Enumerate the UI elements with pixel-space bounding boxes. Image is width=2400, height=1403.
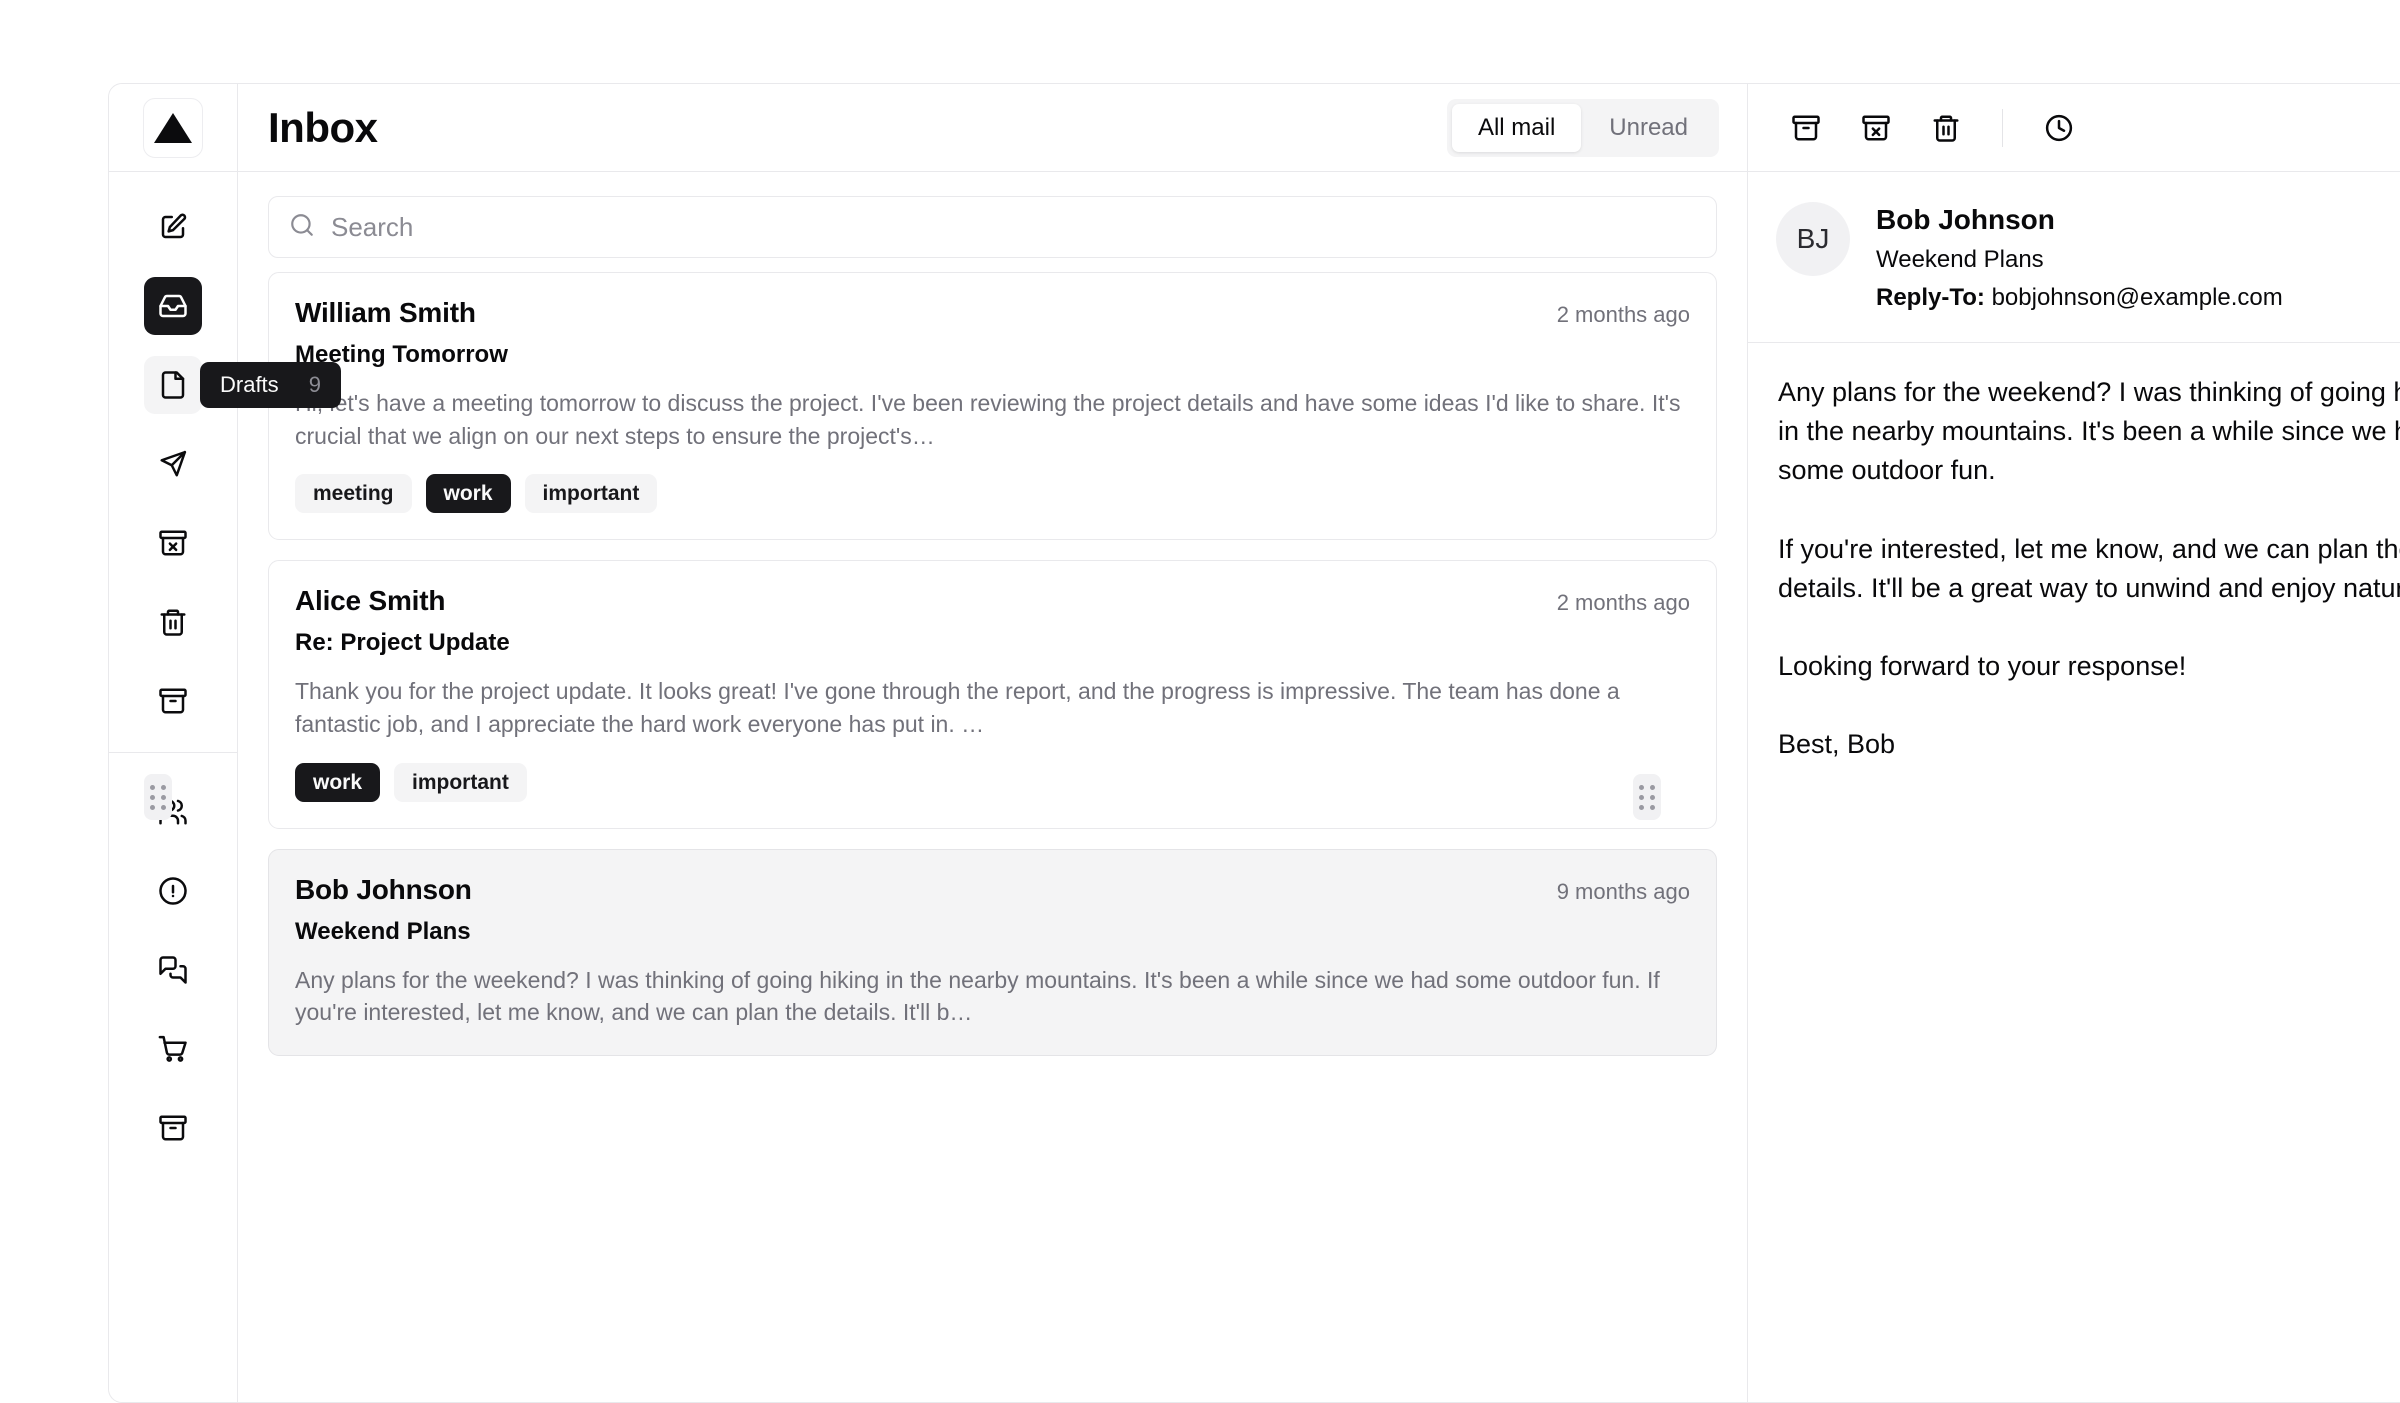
clock-icon: [2044, 113, 2074, 143]
sidebar-item-promotions[interactable]: [144, 1099, 202, 1157]
mail-list-item[interactable]: William Smith 2 months ago Meeting Tomorro…: [268, 272, 1717, 541]
archive-x-icon: [1861, 113, 1891, 143]
app-logo-button[interactable]: [143, 97, 203, 158]
mail-timestamp: 2 months ago: [1556, 590, 1690, 616]
sidebar-item-archive[interactable]: [144, 672, 202, 730]
trash-icon: [158, 607, 188, 637]
archive-button[interactable]: [1776, 98, 1836, 158]
mail-subject: Weekend Plans: [295, 917, 471, 945]
logo-zone: [109, 84, 237, 172]
archive-icon: [158, 686, 188, 716]
sidebar-item-compose[interactable]: [144, 198, 202, 256]
sidebar-primary-group: Drafts 9: [109, 172, 341, 752]
list-resize-handle[interactable]: [144, 774, 172, 820]
shopping-cart-icon: [158, 1034, 188, 1064]
mail-tags: work important: [295, 762, 1690, 802]
mail-list[interactable]: William Smith 2 months ago Meeting Tomorro…: [238, 272, 1747, 1402]
mail-sender-name: Alice Smith: [295, 585, 446, 617]
mail-tag-important[interactable]: important: [394, 762, 527, 802]
mail-sender-name: Bob Johnson: [295, 873, 472, 905]
send-icon: [158, 449, 188, 479]
mail-tag-work[interactable]: work: [295, 762, 381, 802]
sidebar-item-updates[interactable]: [144, 862, 202, 920]
trash-icon: [1931, 113, 1961, 143]
triangle-logo-icon: [154, 112, 192, 143]
archive-x-icon: [158, 528, 188, 558]
mail-sender-name: William Smith: [295, 297, 476, 328]
mail-preview: Thank you for the project update. It loo…: [295, 678, 1620, 737]
mail-list-item[interactable]: Alice Smith 2 months ago Re: Project Updat…: [268, 560, 1717, 829]
mail-timestamp: 2 months ago: [1556, 302, 1690, 327]
mail-subject: Re: Project Update: [295, 629, 510, 657]
mail-preview: Hi, let's have a meeting tomorrow to dis…: [295, 390, 1681, 449]
mail-tags: meeting work important: [295, 474, 1690, 514]
mail-tag-meeting[interactable]: meeting: [295, 474, 412, 514]
search-icon: [289, 212, 315, 243]
sidebar-item-trash[interactable]: [144, 593, 202, 651]
toolbar-divider: [2002, 108, 2003, 147]
sidebar-item-sent[interactable]: [144, 435, 202, 493]
reply-to-line: Reply-To: bobjohnson@example.com: [1876, 284, 2283, 312]
mail-preview: Any plans for the weekend? I was thinkin…: [295, 966, 1660, 1026]
page-title: Inbox: [268, 103, 378, 151]
tooltip-label: Drafts: [220, 372, 279, 397]
avatar: BJ: [1776, 202, 1850, 276]
sidebar-item-drafts[interactable]: Drafts 9: [144, 356, 341, 414]
archive-icon: [1791, 113, 1821, 143]
reply-to-label: Reply-To:: [1876, 284, 1985, 311]
sidebar-item-inbox[interactable]: [144, 277, 202, 335]
mail-item-top-row: William Smith 2 months ago: [295, 297, 1690, 329]
sidebar-item-forums[interactable]: [144, 941, 202, 999]
reader-resize-handle[interactable]: [1633, 774, 1661, 820]
sidebar-secondary-group: [109, 752, 237, 1179]
reader-meta: Bob Johnson Weekend Plans Reply-To: bobj…: [1876, 202, 2283, 312]
reader-header: BJ Bob Johnson Weekend Plans Reply-To: b…: [1748, 172, 2400, 343]
archive-icon: [158, 1113, 188, 1143]
tooltip-count: 9: [308, 372, 321, 397]
sidebar-item-shopping[interactable]: [144, 1020, 202, 1078]
reading-pane: BJ Bob Johnson Weekend Plans Reply-To: b…: [1748, 84, 2400, 1402]
sidebar-tooltip: Drafts 9: [200, 362, 341, 408]
sidebar-item-junk[interactable]: [144, 514, 202, 572]
mail-filter-tabs: All mail Unread: [1446, 98, 1719, 157]
move-to-junk-button[interactable]: [1846, 98, 1906, 158]
search-box[interactable]: [268, 196, 1717, 258]
messages-square-icon: [158, 955, 188, 985]
sidebar-rail: Drafts 9: [109, 84, 341, 1402]
reply-to-value: bobjohnson@example.com: [1991, 284, 2283, 311]
move-to-trash-button[interactable]: [1916, 98, 1976, 158]
mail-app-window: Drafts 9 Inbox All mailUnread William Smi…: [108, 83, 2400, 1403]
mail-list-header: Inbox All mail Unread: [238, 84, 1747, 172]
mail-item-top-row: Alice Smith 2 months ago: [295, 585, 1690, 617]
sender-name: Bob Johnson: [1876, 204, 2055, 235]
email-body: Any plans for the weekend? I was thinkin…: [1778, 377, 2400, 760]
tab-all-mail[interactable]: All mail: [1451, 103, 1582, 152]
mail-list-panel: Inbox All mailUnread William Smith 2 mont…: [238, 84, 1748, 1402]
mail-tag-important[interactable]: important: [524, 474, 658, 514]
compose-icon: [158, 212, 188, 242]
tab-unread[interactable]: Unread: [1583, 104, 1714, 152]
mail-subject: Meeting Tomorrow: [295, 341, 508, 368]
mail-list-item[interactable]: Bob Johnson 9 months ago Weekend Plans Any …: [268, 848, 1717, 1056]
file-icon: [158, 370, 188, 400]
email-subject: Weekend Plans: [1876, 246, 2044, 273]
inbox-icon: [158, 291, 188, 321]
mail-tag-work[interactable]: work: [425, 474, 511, 514]
mail-item-top-row: Bob Johnson 9 months ago: [295, 874, 1690, 906]
snooze-button[interactable]: [2029, 98, 2089, 158]
search-input[interactable]: [331, 211, 1696, 243]
search-region: [238, 172, 1747, 272]
alert-circle-icon: [158, 876, 188, 906]
mail-timestamp: 9 months ago: [1556, 878, 1690, 904]
reader-toolbar: [1748, 84, 2400, 172]
